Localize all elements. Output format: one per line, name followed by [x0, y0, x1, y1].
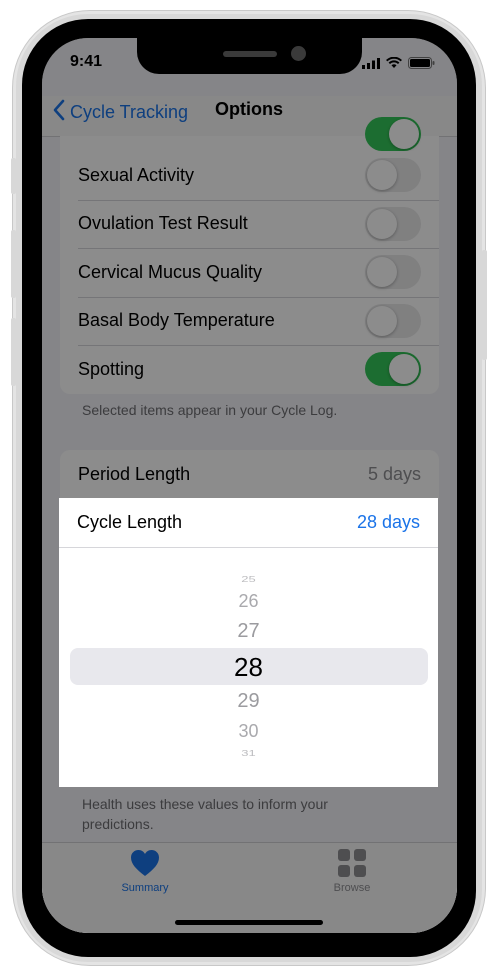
home-indicator[interactable]	[175, 920, 323, 925]
dim-overlay[interactable]	[42, 38, 457, 933]
picker-value[interactable]: 30	[59, 721, 438, 742]
silent-switch	[11, 158, 16, 194]
volume-down-button	[11, 318, 16, 386]
picker-value-selected[interactable]: 28	[59, 652, 438, 683]
front-camera	[291, 46, 306, 61]
notch	[137, 38, 362, 74]
volume-up-button	[11, 230, 16, 298]
phone-screen: 9:41 Cycle Tracking Options Sexual Activ…	[42, 38, 457, 933]
picker-value[interactable]: 27	[59, 620, 438, 643]
picker-value[interactable]: 25	[59, 575, 438, 584]
speaker-grille	[223, 51, 277, 57]
picker-value[interactable]: 31	[59, 749, 438, 758]
picker-value[interactable]: 26	[59, 591, 438, 612]
picker-value[interactable]: 29	[59, 690, 438, 713]
cycle-length-value: 28 days	[356, 512, 420, 532]
cycle-length-row[interactable]: Cycle Length 28 days	[59, 498, 438, 548]
cycle-length-picker-sheet: Cycle Length 28 days 25 26 27 28 29 30 3…	[59, 498, 438, 787]
cycle-length-label: Cycle Length	[77, 512, 183, 532]
power-button	[482, 250, 487, 360]
